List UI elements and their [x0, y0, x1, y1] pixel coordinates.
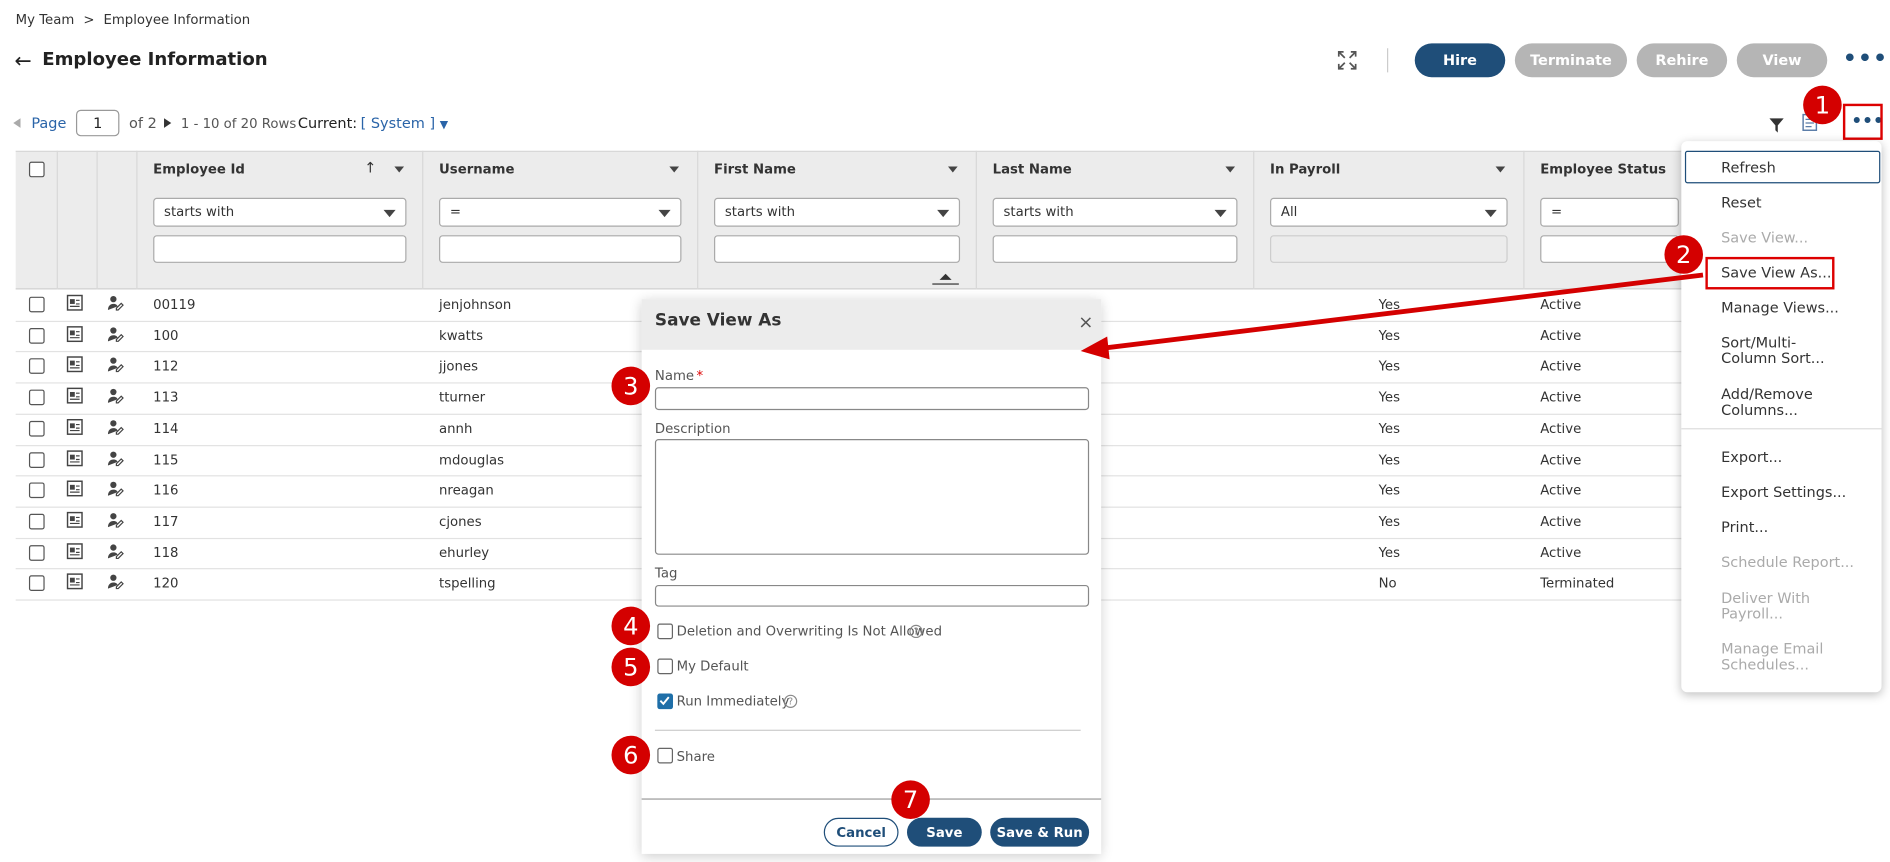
step-badge-5: 5	[611, 647, 651, 687]
step-badge-4: 4	[611, 606, 651, 646]
step-badge-6: 6	[611, 735, 651, 775]
step-badge-7: 7	[891, 780, 930, 819]
annotation-arrow	[1080, 272, 1704, 360]
step-badge-1: 1	[1803, 85, 1842, 125]
step-badge-3: 3	[611, 366, 651, 406]
step-badge-2: 2	[1664, 235, 1704, 274]
